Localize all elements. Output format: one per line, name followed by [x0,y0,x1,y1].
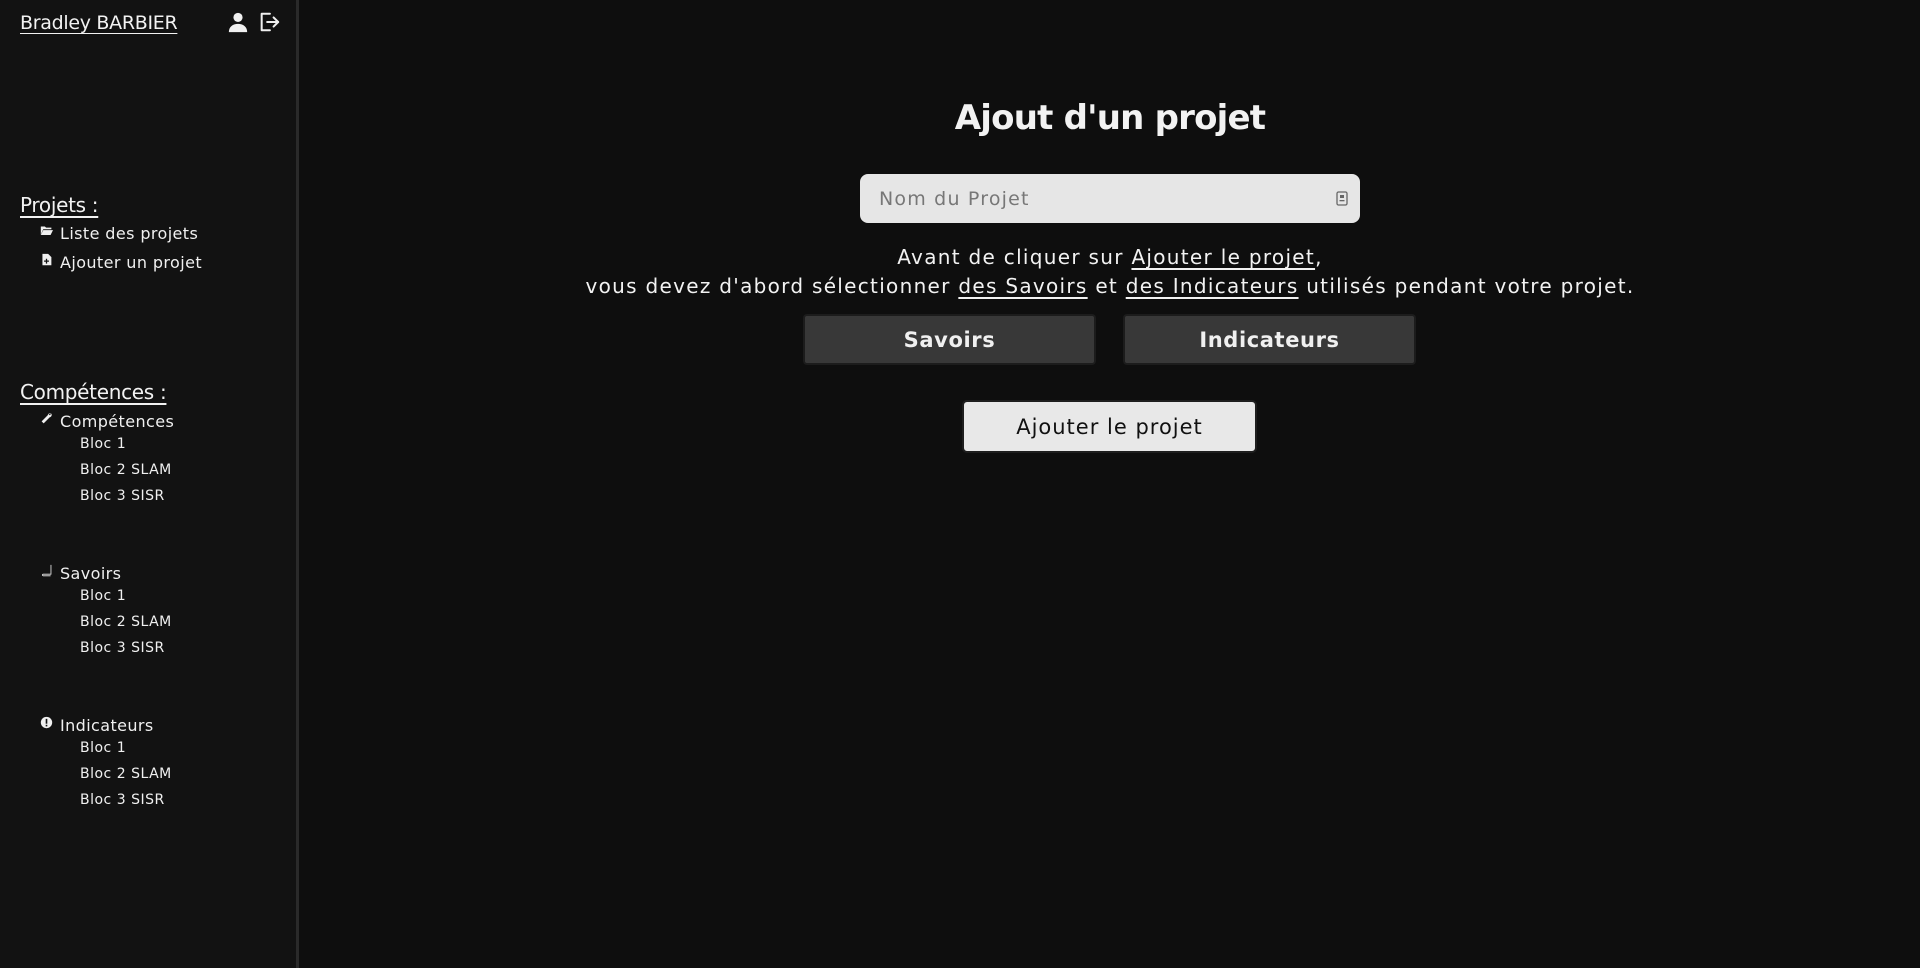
sub-item-competences-bloc-3-sisr[interactable]: Bloc 3 SISR [80,488,165,504]
id-card-icon [1336,191,1348,206]
sub-item-savoirs-bloc-2-slam[interactable]: Bloc 2 SLAM [80,614,172,630]
ajouter-projet-link[interactable]: Ajouter le projet [1131,245,1315,269]
sub-item-indicateurs-bloc-3-sisr[interactable]: Bloc 3 SISR [80,792,165,808]
projets-section-title: Projets : [20,193,99,217]
project-name-input[interactable] [860,174,1360,223]
sub-item-indicateurs-bloc-1[interactable]: Bloc 1 [80,740,126,756]
project-name-field [860,174,1360,223]
info-line-1: Avant de cliquer sur Ajouter le projet, [300,245,1920,269]
nav-item-ajouter-projet[interactable]: Ajouter un projet [40,253,202,272]
page-title: Ajout d'un projet [954,98,1266,138]
info-text: , [1315,245,1323,269]
info-text: et [1087,274,1126,298]
book-icon [40,564,54,578]
indicateurs-link[interactable]: des Indicateurs [1126,274,1299,298]
add-project-button[interactable]: Ajouter le projet [962,400,1257,453]
logout-icon[interactable] [258,11,282,35]
exclamation-circle-icon [40,716,54,730]
sidebar: Bradley BARBIER Projets : Liste des proj… [0,0,299,968]
user-icon[interactable] [227,11,251,35]
nav-item-indicateurs[interactable]: Indicateurs [40,716,154,735]
nav-item-label: Savoirs [60,564,122,583]
nav-item-competences[interactable]: Compétences [40,412,174,431]
folder-open-icon [40,224,54,238]
indicateurs-button[interactable]: Indicateurs [1123,314,1416,365]
info-line-2: vous devez d'abord sélectionner des Savo… [300,274,1920,298]
nav-item-label: Liste des projets [60,224,199,243]
info-text: vous devez d'abord sélectionner [585,274,959,298]
file-add-icon [40,253,54,267]
nav-item-label: Indicateurs [60,716,154,735]
nav-item-label: Ajouter un projet [60,253,203,272]
savoirs-button[interactable]: Savoirs [803,314,1096,365]
user-name-link[interactable]: Bradley BARBIER [20,12,178,34]
sub-item-indicateurs-bloc-2-slam[interactable]: Bloc 2 SLAM [80,766,172,782]
nav-item-savoirs[interactable]: Savoirs [40,564,121,583]
competences-section-title: Compétences : [20,380,167,404]
sub-item-competences-bloc-1[interactable]: Bloc 1 [80,436,126,452]
sub-item-savoirs-bloc-3-sisr[interactable]: Bloc 3 SISR [80,640,165,656]
wrench-icon [40,412,54,426]
sub-item-savoirs-bloc-1[interactable]: Bloc 1 [80,588,126,604]
info-text: Avant de cliquer sur [897,245,1132,269]
nav-item-label: Compétences [60,412,175,431]
savoirs-link[interactable]: des Savoirs [958,274,1087,298]
sub-item-competences-bloc-2-slam[interactable]: Bloc 2 SLAM [80,462,172,478]
info-text: utilisés pendant votre projet. [1298,274,1635,298]
nav-item-liste-projets[interactable]: Liste des projets [40,224,198,243]
